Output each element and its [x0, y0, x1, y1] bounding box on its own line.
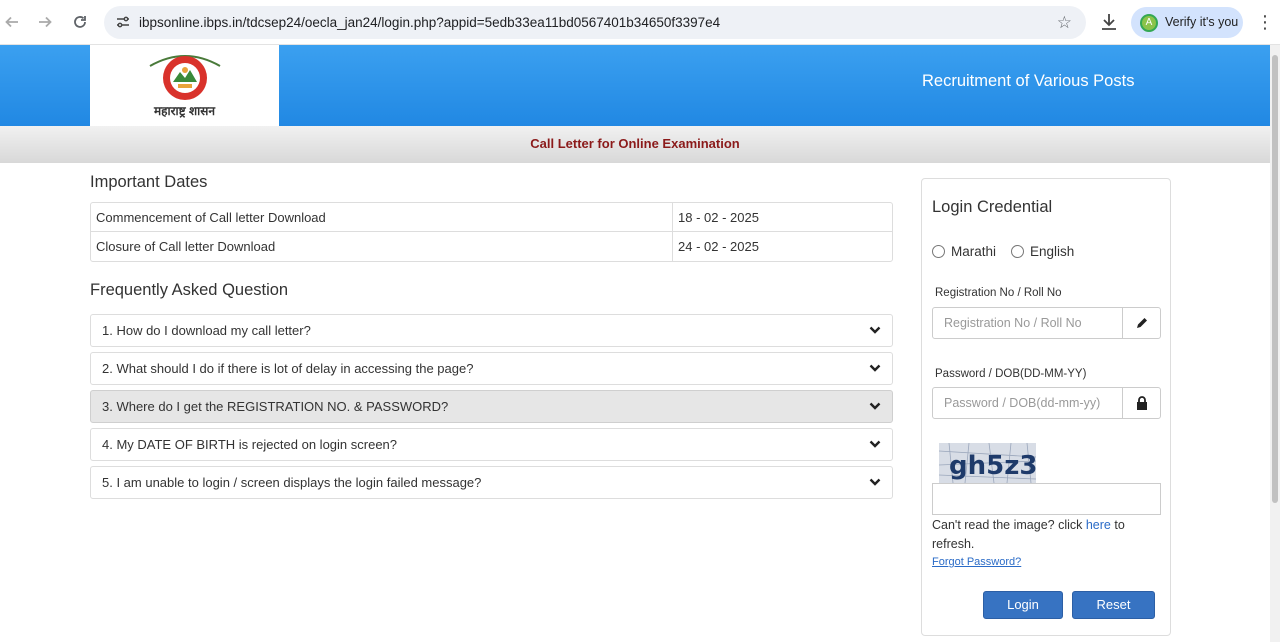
back-arrow-icon[interactable]: [0, 10, 24, 34]
captcha-refresh-prefix: Can't read the image? click: [932, 518, 1086, 532]
forgot-password-link[interactable]: Forgot Password?: [932, 556, 1021, 568]
chevron-down-icon: [869, 478, 881, 486]
chevron-down-icon: [869, 402, 881, 410]
important-dates-heading: Important Dates: [90, 173, 208, 191]
radio-label: Marathi: [951, 244, 997, 259]
site-header: महाराष्ट्र शासन Recruitment of Various P…: [0, 45, 1270, 126]
captcha-image: gh5z3: [939, 443, 1036, 483]
bookmark-star-icon[interactable]: ☆: [1057, 6, 1072, 39]
url-text: ibpsonline.ibps.in/tdcsep24/oecla_jan24/…: [139, 15, 721, 30]
radio-label: English: [1030, 244, 1075, 259]
pencil-addon: [1122, 308, 1160, 338]
reload-icon[interactable]: [68, 10, 92, 34]
page-title: Recruitment of Various Posts: [922, 72, 1135, 90]
verify-identity-button[interactable]: A Verify it's you: [1131, 7, 1243, 38]
captcha-refresh-link[interactable]: here: [1086, 518, 1111, 532]
chevron-down-icon: [869, 440, 881, 448]
maharashtra-emblem-icon: [149, 55, 221, 100]
faq-item-3[interactable]: 3. Where do I get the REGISTRATION NO. &…: [90, 390, 893, 423]
password-label: Password / DOB(DD-MM-YY): [935, 368, 1087, 380]
faq-question: 4. My DATE OF BIRTH is rejected on login…: [102, 437, 398, 452]
subheader-title: Call Letter for Online Examination: [530, 136, 740, 151]
important-dates-table: Commencement of Call letter Download 18 …: [90, 202, 893, 262]
pencil-icon: [1137, 318, 1147, 328]
radio-circle[interactable]: [1011, 245, 1024, 258]
registration-placeholder: Registration No / Roll No: [944, 316, 1082, 330]
reset-button[interactable]: Reset: [1072, 591, 1155, 619]
faq-question: 5. I am unable to login / screen display…: [102, 475, 482, 490]
password-input[interactable]: Password / DOB(dd-mm-yy): [932, 387, 1161, 419]
login-heading: Login Credential: [932, 198, 1053, 216]
registration-input[interactable]: Registration No / Roll No: [932, 307, 1161, 339]
faq-question: 3. Where do I get the REGISTRATION NO. &…: [102, 399, 449, 414]
logo-caption: महाराष्ट्र शासन: [153, 104, 216, 118]
login-button[interactable]: Login: [983, 591, 1063, 619]
captcha-text: gh5z3: [949, 451, 1036, 481]
faq-item-1[interactable]: 1. How do I download my call letter?: [90, 314, 893, 347]
vertical-scrollbar[interactable]: [1270, 45, 1280, 642]
chevron-down-icon: [869, 326, 881, 334]
faq-item-4[interactable]: 4. My DATE OF BIRTH is rejected on login…: [90, 428, 893, 461]
captcha-refresh-text: Can't read the image? click here to refr…: [932, 516, 1162, 554]
date-label: Closure of Call letter Download: [96, 239, 276, 254]
download-icon[interactable]: [1099, 10, 1121, 34]
faq-question: 2. What should I do if there is lot of d…: [102, 361, 474, 376]
date-label: Commencement of Call letter Download: [96, 210, 326, 225]
table-row: Commencement of Call letter Download 18 …: [91, 203, 892, 232]
logo: महाराष्ट्र शासन: [90, 45, 279, 126]
browser-toolbar: ibpsonline.ibps.in/tdcsep24/oecla_jan24/…: [0, 0, 1280, 45]
site-info-icon[interactable]: [114, 13, 132, 31]
subheader-bar: Call Letter for Online Examination: [0, 126, 1270, 163]
captcha-input[interactable]: [932, 483, 1161, 515]
avatar: A: [1140, 14, 1158, 32]
kebab-menu-icon[interactable]: ⋮: [1256, 10, 1274, 34]
lock-addon: [1122, 388, 1160, 418]
faq-item-5[interactable]: 5. I am unable to login / screen display…: [90, 466, 893, 499]
registration-label: Registration No / Roll No: [935, 287, 1062, 299]
faq-heading: Frequently Asked Question: [90, 281, 289, 299]
faq-item-2[interactable]: 2. What should I do if there is lot of d…: [90, 352, 893, 385]
date-value: 24 - 02 - 2025: [672, 232, 892, 261]
login-panel: Login Credential Marathi English Registr…: [921, 178, 1171, 636]
table-row: Closure of Call letter Download 24 - 02 …: [91, 232, 892, 261]
page-content: महाराष्ट्र शासन Recruitment of Various P…: [0, 45, 1270, 642]
verify-label: Verify it's you: [1165, 15, 1239, 29]
date-value: 18 - 02 - 2025: [672, 203, 892, 232]
faq-question: 1. How do I download my call letter?: [102, 323, 311, 338]
lock-icon: [1137, 396, 1147, 410]
chevron-down-icon: [869, 364, 881, 372]
address-bar[interactable]: ibpsonline.ibps.in/tdcsep24/oecla_jan24/…: [104, 6, 1086, 39]
radio-circle[interactable]: [932, 245, 945, 258]
scrollbar-thumb[interactable]: [1272, 55, 1278, 503]
forward-arrow-icon[interactable]: [33, 10, 57, 34]
password-placeholder: Password / DOB(dd-mm-yy): [944, 396, 1101, 410]
